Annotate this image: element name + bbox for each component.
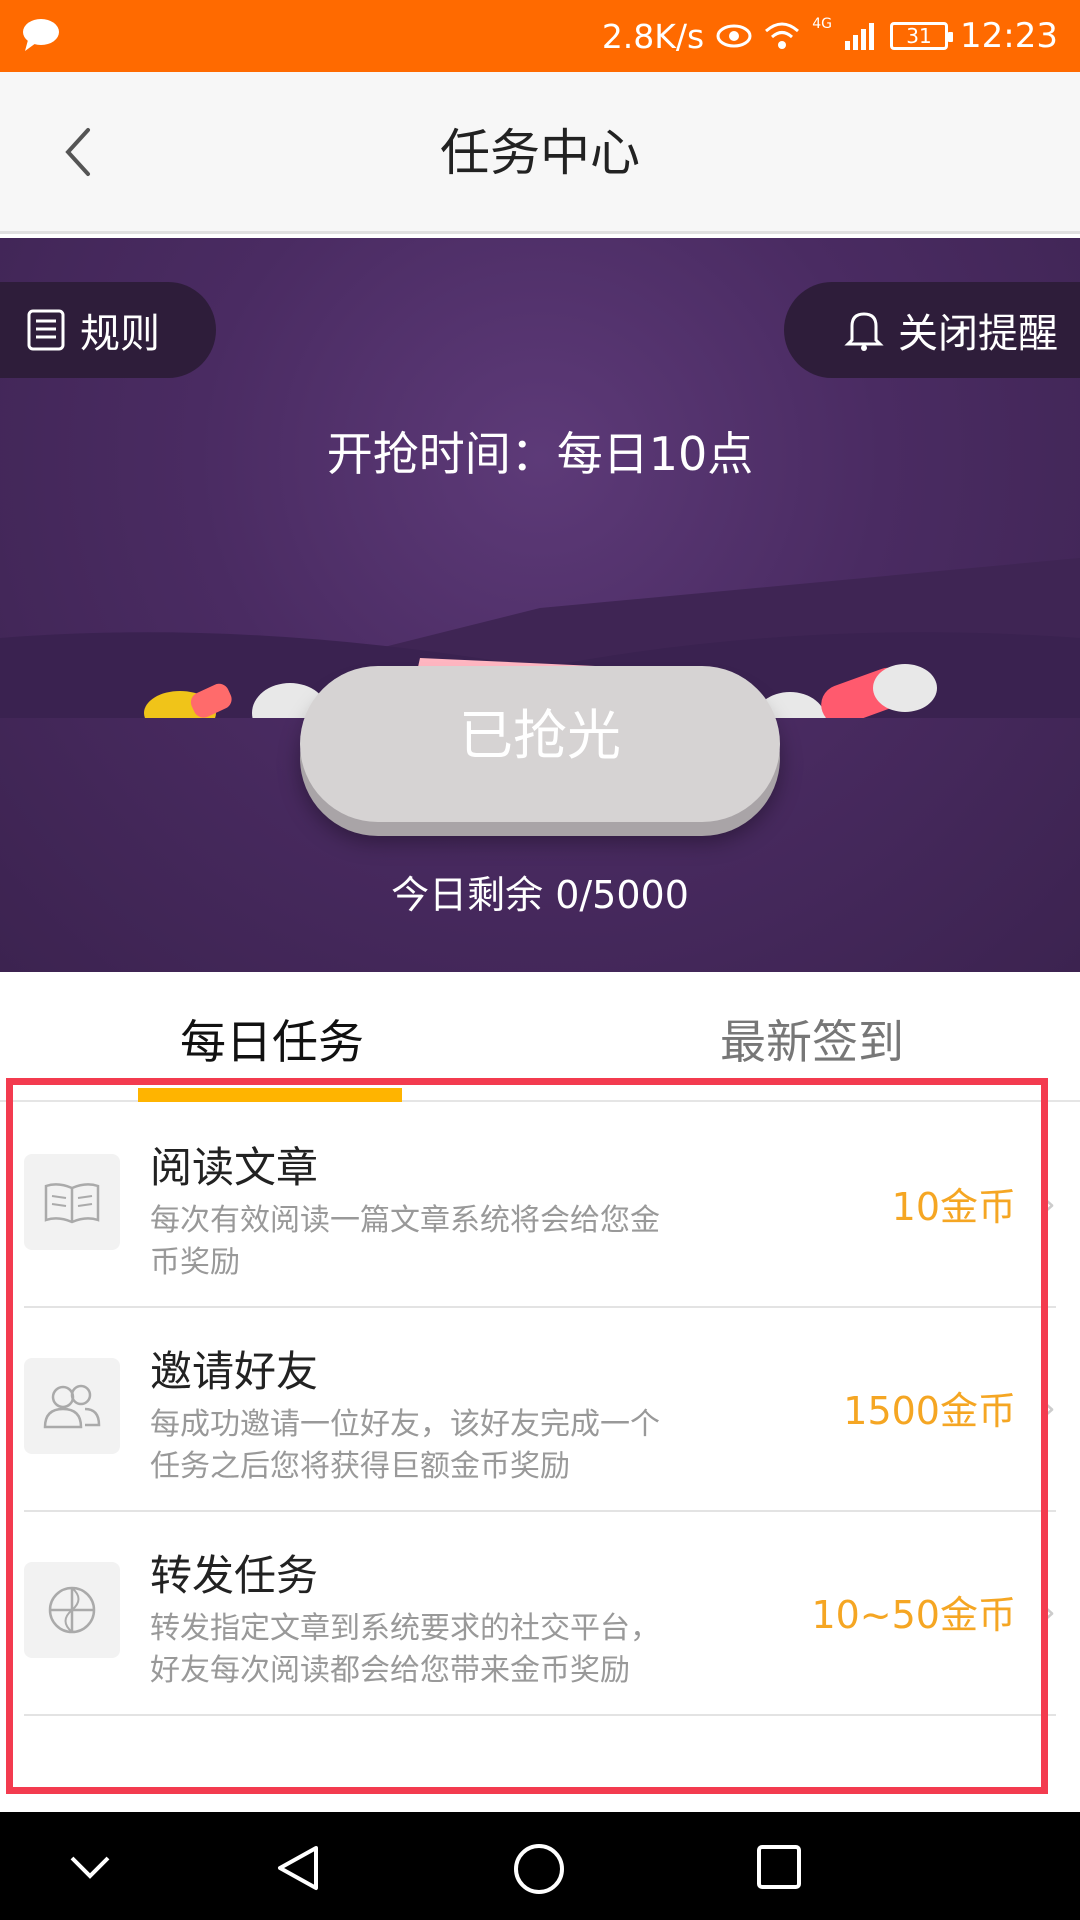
wifi-icon [765, 22, 800, 49]
back-arrow-icon[interactable] [50, 122, 110, 182]
share-icon [48, 1586, 96, 1634]
network-speed: 2.8K/s [601, 16, 705, 56]
rules-label: 规则 [80, 311, 160, 357]
grab-time-text: 开抢时间：每日10点 [326, 427, 754, 481]
chat-icon [23, 19, 59, 51]
bell-icon [844, 312, 884, 351]
task-title: 邀请好友 [150, 1347, 319, 1396]
eye-icon [716, 24, 752, 48]
system-nav-bar [0, 1812, 1080, 1920]
chevron-right-icon: › [1041, 1184, 1056, 1225]
task-item[interactable]: 阅读文章 每次有效阅读一篇文章系统将会给您金币奖励 10金币 › [24, 1104, 1056, 1308]
tab-bar: 每日任务 最新签到 [0, 972, 1080, 1102]
back-triangle-icon[interactable] [272, 1842, 324, 1894]
recents-square-icon[interactable] [754, 1842, 804, 1892]
battery-icon: 31 [890, 22, 954, 50]
clock: 12:23 [960, 16, 1058, 56]
task-description: 每成功邀请一位好友，该好友完成一个任务之后您将获得巨额金币奖励 [150, 1407, 660, 1484]
chevron-right-icon: › [1041, 1592, 1056, 1633]
task-item[interactable]: 邀请好友 每成功邀请一位好友，该好友完成一个任务之后您将获得巨额金币奖励 150… [24, 1308, 1056, 1512]
task-item[interactable]: 转发任务 转发指定文章到系统要求的社交平台，好友每次阅读都会给您带来金币奖励 1… [24, 1512, 1056, 1716]
signal-icon [845, 23, 875, 50]
status-bar: 2.8K/s 4G 31 12:23 [0, 0, 1080, 72]
tab-latest-checkin[interactable]: 最新签到 [720, 1006, 904, 1072]
task-reward: 10~50金币 [811, 1593, 1016, 1637]
rules-button[interactable]: 规则 [0, 282, 216, 378]
task-reward: 1500金币 [843, 1389, 1016, 1433]
chevron-right-icon: › [1041, 1388, 1056, 1429]
task-list: 阅读文章 每次有效阅读一篇文章系统将会给您金币奖励 10金币 › 邀请好友 每成… [24, 1104, 1056, 1716]
task-icon-box [24, 1358, 120, 1454]
active-tab-indicator [138, 1088, 402, 1102]
network-type: 4G [812, 16, 833, 32]
remaining-count: 今日剩余 0/5000 [391, 873, 689, 917]
grab-button[interactable]: 已抢光 [300, 666, 780, 822]
book-icon [44, 1183, 100, 1224]
task-icon-box [24, 1154, 120, 1250]
users-icon [43, 1384, 101, 1429]
reminder-label: 关闭提醒 [898, 311, 1058, 357]
chevron-down-icon[interactable] [66, 1848, 114, 1884]
task-icon-box [24, 1562, 120, 1658]
task-reward: 10金币 [891, 1185, 1016, 1229]
title-bar: 任务中心 [0, 72, 1080, 234]
task-description: 每次有效阅读一篇文章系统将会给您金币奖励 [150, 1203, 660, 1280]
home-circle-icon[interactable] [512, 1842, 566, 1896]
close-reminder-button[interactable]: 关闭提醒 [784, 282, 1080, 378]
task-title: 阅读文章 [150, 1143, 319, 1192]
promo-banner: 100 规则 关闭提醒 开抢时间：每日10点 已抢光 今日剩余 0/5000 [0, 238, 1080, 972]
task-description: 转发指定文章到系统要求的社交平台，好友每次阅读都会给您带来金币奖励 [150, 1611, 660, 1688]
task-title: 转发任务 [150, 1551, 319, 1600]
tab-daily-tasks[interactable]: 每日任务 [180, 1006, 364, 1072]
page-title: 任务中心 [440, 124, 640, 182]
list-icon [27, 309, 65, 351]
